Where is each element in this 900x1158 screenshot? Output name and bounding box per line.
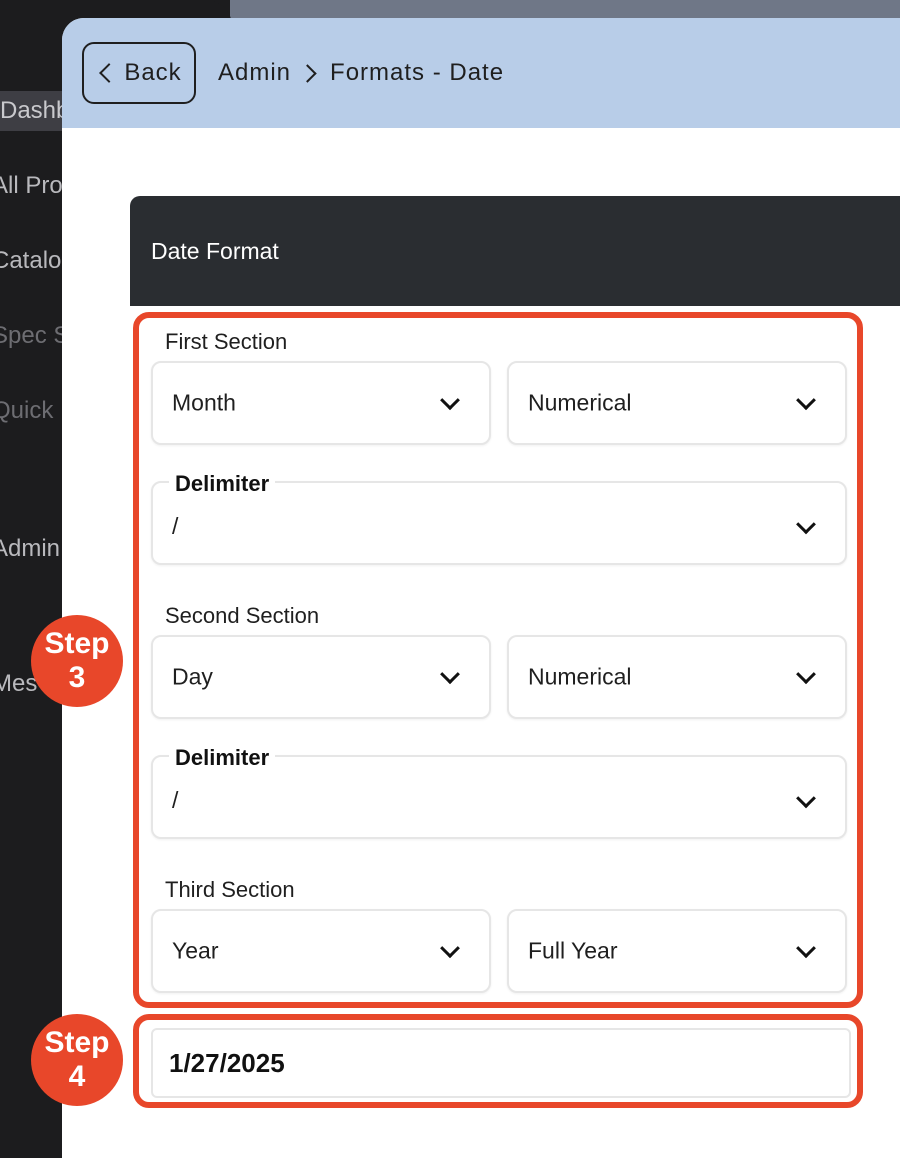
step3-badge: Step 3 (31, 615, 123, 707)
chevron-left-icon (99, 63, 120, 83)
chevron-right-icon (298, 63, 317, 83)
step3-number: 3 (68, 661, 86, 694)
sidebar-item-catalog[interactable]: Catalo (0, 241, 61, 281)
sidebar-item-admin[interactable]: Admin (0, 529, 60, 569)
sidebar-item-all-products[interactable]: All Pro (0, 166, 63, 206)
step4-number: 4 (68, 1060, 86, 1093)
sidebar-item-quick[interactable]: Quick (0, 391, 53, 431)
breadcrumb-admin[interactable]: Admin (218, 59, 291, 87)
sidebar-item-spec[interactable]: Spec S (0, 316, 69, 356)
breadcrumb: Admin Formats - Date (218, 59, 504, 87)
step4-word: Step (44, 1026, 110, 1059)
card-title: Date Format (130, 196, 900, 306)
breadcrumb-current: Formats - Date (330, 59, 505, 86)
step3-word: Step (44, 627, 110, 660)
back-button[interactable]: Back (82, 42, 196, 104)
step4-highlight-frame (133, 1014, 863, 1108)
panel-header: Back Admin Formats - Date (62, 18, 900, 128)
step4-badge: Step 4 (31, 1014, 123, 1106)
back-button-label: Back (124, 59, 182, 86)
step3-highlight-frame (133, 312, 863, 1008)
